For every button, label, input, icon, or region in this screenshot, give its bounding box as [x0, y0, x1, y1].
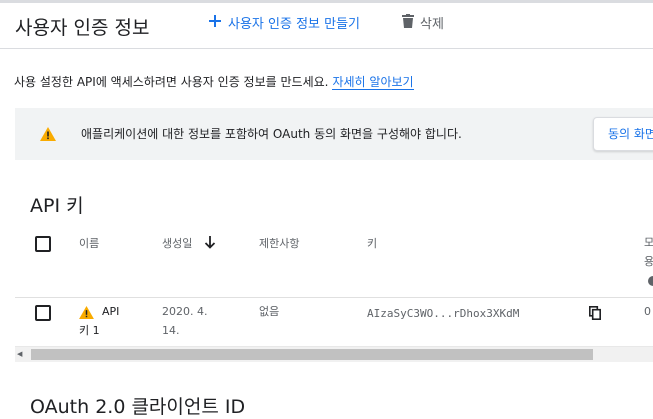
select-all-checkbox[interactable]: [35, 236, 51, 252]
intro-description: 사용 설정한 API에 액세스하려면 사용자 인증 정보를 만드세요.: [14, 75, 329, 89]
api-keys-title: API 키: [30, 195, 84, 217]
column-created-label: 생성일: [162, 237, 193, 250]
banner-text: 애플리케이션에 대한 정보를 포함하여 OAuth 동의 화면을 구성해야 합니…: [81, 127, 462, 141]
api-key-value: AIzaSyC3WO...rDhox3XKdM: [367, 307, 520, 320]
api-key-name-link[interactable]: API 키 1: [79, 302, 129, 340]
column-restrictions[interactable]: 제한사항: [259, 235, 299, 251]
delete-label: 삭제: [420, 17, 444, 32]
page-title: 사용자 인증 정보: [15, 17, 150, 39]
scrollbar-thumb[interactable]: [31, 349, 593, 360]
delete-button[interactable]: 삭제: [402, 13, 444, 32]
table-header: 이름 생성일 제한사항 키 모 용: [15, 229, 653, 298]
scroll-left-icon[interactable]: ◀: [17, 350, 22, 358]
column-extra: 모 용: [644, 236, 653, 268]
table-row: API 키 1 2020. 4. 14. 없음 AIzaSyC3WO...rDh…: [15, 298, 653, 347]
arrow-down-icon: [204, 236, 216, 252]
create-credentials-label: 사용자 인증 정보 만들기: [228, 17, 360, 32]
horizontal-scrollbar[interactable]: ◀: [15, 346, 653, 362]
column-name[interactable]: 이름: [79, 235, 99, 251]
created-date: 2020. 4. 14.: [162, 305, 208, 337]
column-created[interactable]: 생성일: [162, 235, 216, 252]
restrictions-value: 없음: [259, 305, 280, 318]
copy-icon[interactable]: [589, 305, 602, 324]
column-key[interactable]: 키: [367, 235, 377, 251]
oauth-consent-banner: 애플리케이션에 대한 정보를 포함하여 OAuth 동의 화면을 구성해야 합니…: [15, 108, 653, 160]
warning-icon: [40, 126, 56, 145]
trash-icon: [402, 13, 414, 32]
row-checkbox[interactable]: [35, 305, 51, 321]
extra-value: 0: [644, 305, 651, 318]
page-header: 사용자 인증 정보 사용자 인증 정보 만들기 삭제: [0, 3, 653, 49]
info-dot: [648, 276, 653, 286]
intro-text: 사용 설정한 API에 액세스하려면 사용자 인증 정보를 만드세요. 자세히 알…: [14, 73, 414, 90]
plus-icon: [208, 14, 222, 32]
learn-more-link[interactable]: 자세히 알아보기: [332, 75, 414, 90]
create-credentials-button[interactable]: 사용자 인증 정보 만들기: [208, 13, 360, 32]
configure-consent-screen-button[interactable]: 동의 화면: [593, 117, 653, 151]
